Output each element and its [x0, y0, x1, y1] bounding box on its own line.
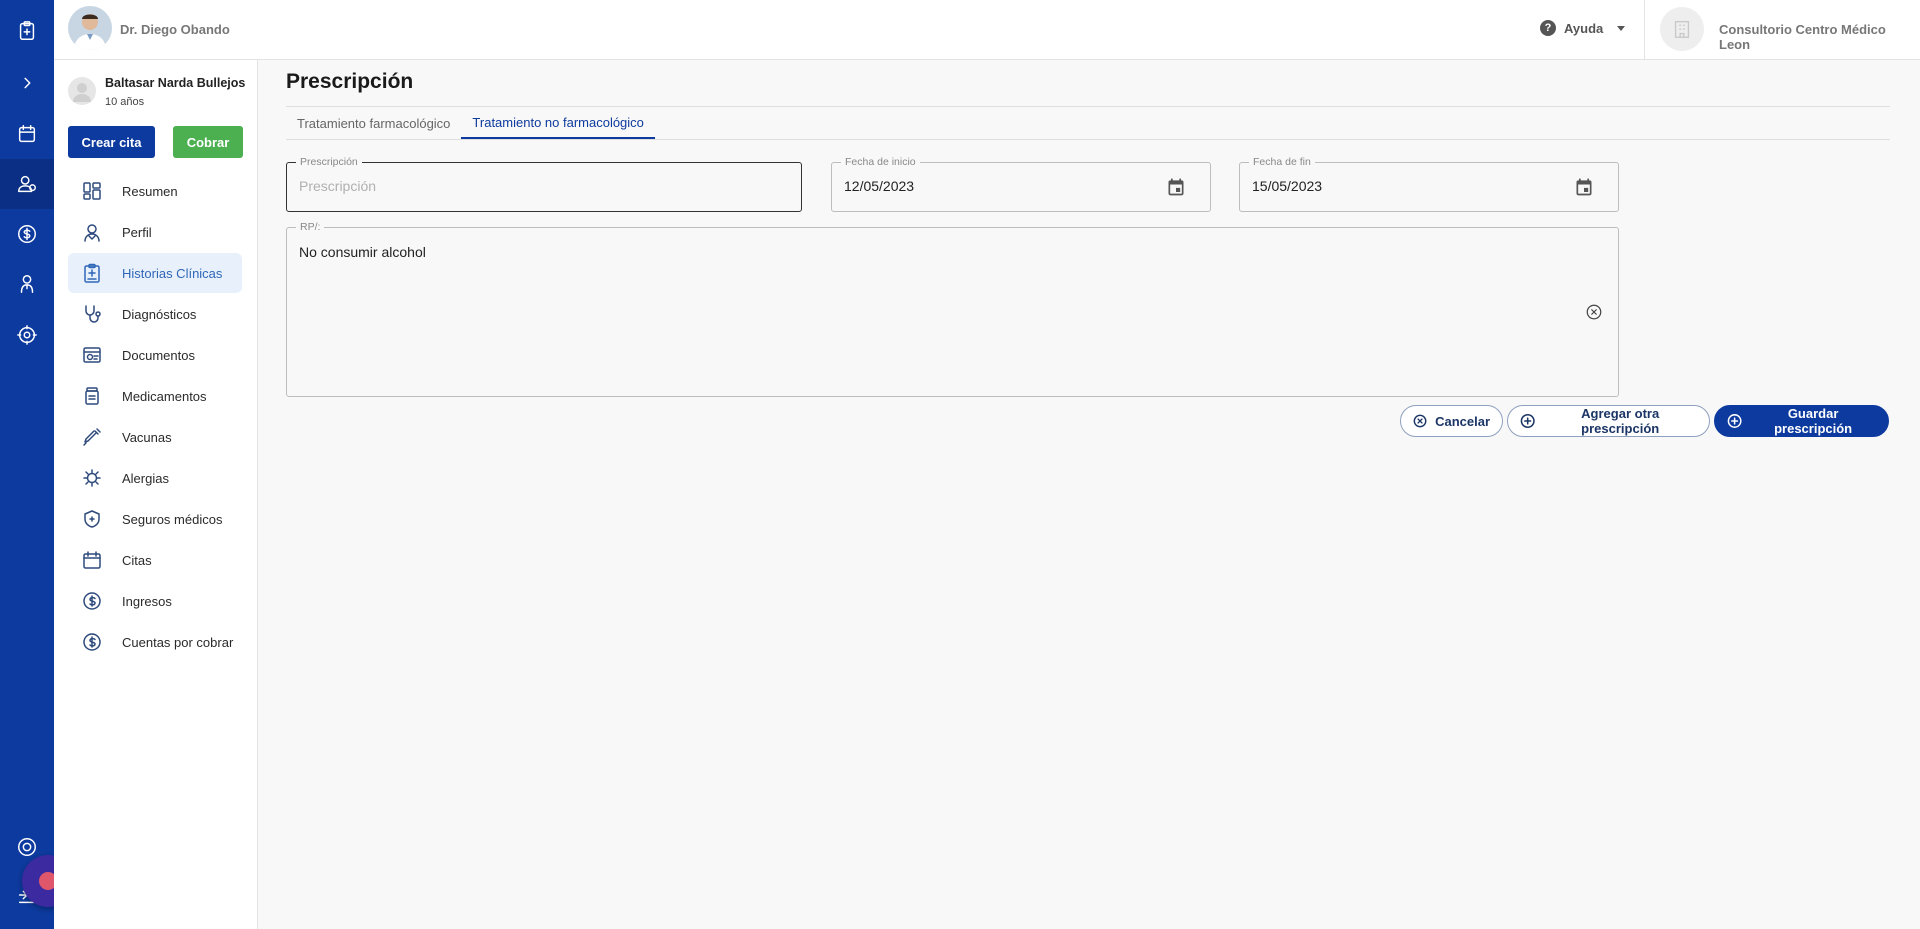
menu-item-label: Documentos [122, 347, 195, 363]
menu-item-historias-clinicas[interactable]: Historias Clínicas [68, 253, 242, 293]
calendar-icon[interactable] [0, 109, 54, 159]
calendar-icon [82, 550, 102, 570]
patients-icon[interactable] [0, 159, 54, 209]
menu-item-label: Cuentas por cobrar [122, 634, 234, 650]
documents-icon [82, 345, 102, 365]
cancel-icon [1413, 414, 1427, 428]
tab-tratamiento-no-farmacologico[interactable]: Tratamiento no farmacológico [461, 108, 655, 139]
dashboard-icon [82, 181, 102, 201]
prescription-field-label: Prescripción [296, 156, 362, 168]
create-appointment-button[interactable]: Crear cita [68, 126, 155, 158]
menu-item-label: Diagnósticos [122, 306, 197, 322]
calendar-icon[interactable] [1166, 177, 1186, 197]
page-title: Prescripción [286, 70, 414, 93]
end-date-label: Fecha de fin [1249, 156, 1315, 168]
menu-item-label: Alergias [122, 470, 169, 486]
dollar-icon [82, 632, 102, 652]
clinic-logo[interactable] [1660, 7, 1704, 51]
doctor-icon[interactable] [0, 259, 54, 309]
add-circle-icon [1727, 414, 1742, 428]
menu-item-label: Citas [122, 552, 152, 568]
clear-icon[interactable] [1585, 303, 1603, 321]
start-date-label: Fecha de inicio [841, 156, 920, 168]
tabs-divider [286, 139, 1890, 140]
menu-item-label: Ingresos [122, 593, 172, 609]
cancel-label: Cancelar [1435, 413, 1490, 429]
tab-tratamiento-farmacologico[interactable]: Tratamiento farmacológico [286, 108, 461, 139]
syringe-icon [82, 427, 102, 447]
prescription-placeholder: Prescripción [299, 178, 377, 194]
start-date-value: 12/05/2023 [844, 178, 915, 194]
title-divider [286, 106, 1890, 107]
clipboard-icon[interactable] [0, 6, 54, 56]
treatment-tabs: Tratamiento farmacológico Tratamiento no… [286, 108, 655, 139]
start-date-field[interactable]: Fecha de inicio 12/05/2023 [831, 156, 1211, 212]
shield-icon [82, 509, 102, 529]
patient-sidebar: Baltasar Narda Bullejos 10 años Crear ci… [54, 60, 258, 929]
menu-item-diagnosticos[interactable]: Diagnósticos [68, 294, 242, 334]
help-menu[interactable]: ? Ayuda [1540, 20, 1626, 36]
menu-item-alergias[interactable]: Alergias [68, 458, 242, 498]
menu-item-seguros-medicos[interactable]: Seguros médicos [68, 499, 242, 539]
user-icon [82, 222, 102, 242]
allergy-icon [82, 468, 102, 488]
dollar-icon [82, 591, 102, 611]
menu-item-vacunas[interactable]: Vacunas [68, 417, 242, 457]
help-label: Ayuda [1564, 20, 1604, 36]
menu-item-ingresos[interactable]: Ingresos [68, 581, 242, 621]
expand-chevron-icon[interactable] [0, 58, 54, 108]
menu-item-label: Seguros médicos [122, 511, 223, 527]
menu-item-label: Resumen [122, 183, 178, 199]
rp-value: No consumir alcohol [299, 244, 426, 260]
end-date-field[interactable]: Fecha de fin 15/05/2023 [1239, 156, 1619, 212]
patient-menu: Resumen Perfil Historias Clínicas Diagnó… [68, 171, 242, 663]
doctor-avatar[interactable] [68, 6, 112, 50]
chevron-down-icon [1617, 25, 1626, 31]
header-divider [1644, 0, 1645, 60]
rp-label: RP/: [296, 221, 325, 233]
menu-item-label: Perfil [122, 224, 152, 240]
app-rail [0, 0, 54, 929]
menu-item-cuentas-por-cobrar[interactable]: Cuentas por cobrar [68, 622, 242, 662]
add-prescription-label: Agregar otra prescripción [1581, 406, 1660, 436]
end-date-value: 15/05/2023 [1252, 178, 1323, 194]
help-icon: ? [1540, 20, 1556, 36]
stethoscope-icon [82, 304, 102, 324]
menu-item-medicamentos[interactable]: Medicamentos [68, 376, 242, 416]
save-prescription-button[interactable]: Guardar prescripción [1714, 405, 1889, 437]
patient-age: 10 años [105, 96, 145, 108]
save-prescription-label: Guardar prescripción [1774, 406, 1853, 436]
menu-item-citas[interactable]: Citas [68, 540, 242, 580]
patient-avatar [68, 77, 96, 105]
menu-item-perfil[interactable]: Perfil [68, 212, 242, 252]
doctor-name[interactable]: Dr. Diego Obando [120, 22, 230, 37]
add-circle-icon [1520, 413, 1535, 429]
patient-name: Baltasar Narda Bullejos [105, 76, 246, 90]
rp-textarea[interactable]: RP/: No consumir alcohol [286, 221, 1619, 397]
medicine-icon [82, 386, 102, 406]
clinical-record-icon [82, 263, 102, 283]
clinic-name[interactable]: Consultorio Centro Médico Leon [1719, 22, 1920, 52]
menu-item-label: Medicamentos [122, 388, 207, 404]
menu-item-resumen[interactable]: Resumen [68, 171, 242, 211]
cancel-button[interactable]: Cancelar [1400, 405, 1503, 437]
charge-button[interactable]: Cobrar [173, 126, 243, 158]
menu-item-label: Vacunas [122, 429, 172, 445]
prescription-field[interactable]: Prescripción Prescripción [286, 156, 802, 212]
menu-item-label: Historias Clínicas [122, 265, 223, 281]
add-prescription-button[interactable]: Agregar otra prescripción [1507, 405, 1710, 437]
menu-item-documentos[interactable]: Documentos [68, 335, 242, 375]
top-header: Dr. Diego Obando ? Ayuda Consultorio Cen… [54, 0, 1920, 60]
calendar-icon[interactable] [1574, 177, 1594, 197]
billing-icon[interactable] [0, 209, 54, 259]
settings-icon[interactable] [0, 310, 54, 360]
